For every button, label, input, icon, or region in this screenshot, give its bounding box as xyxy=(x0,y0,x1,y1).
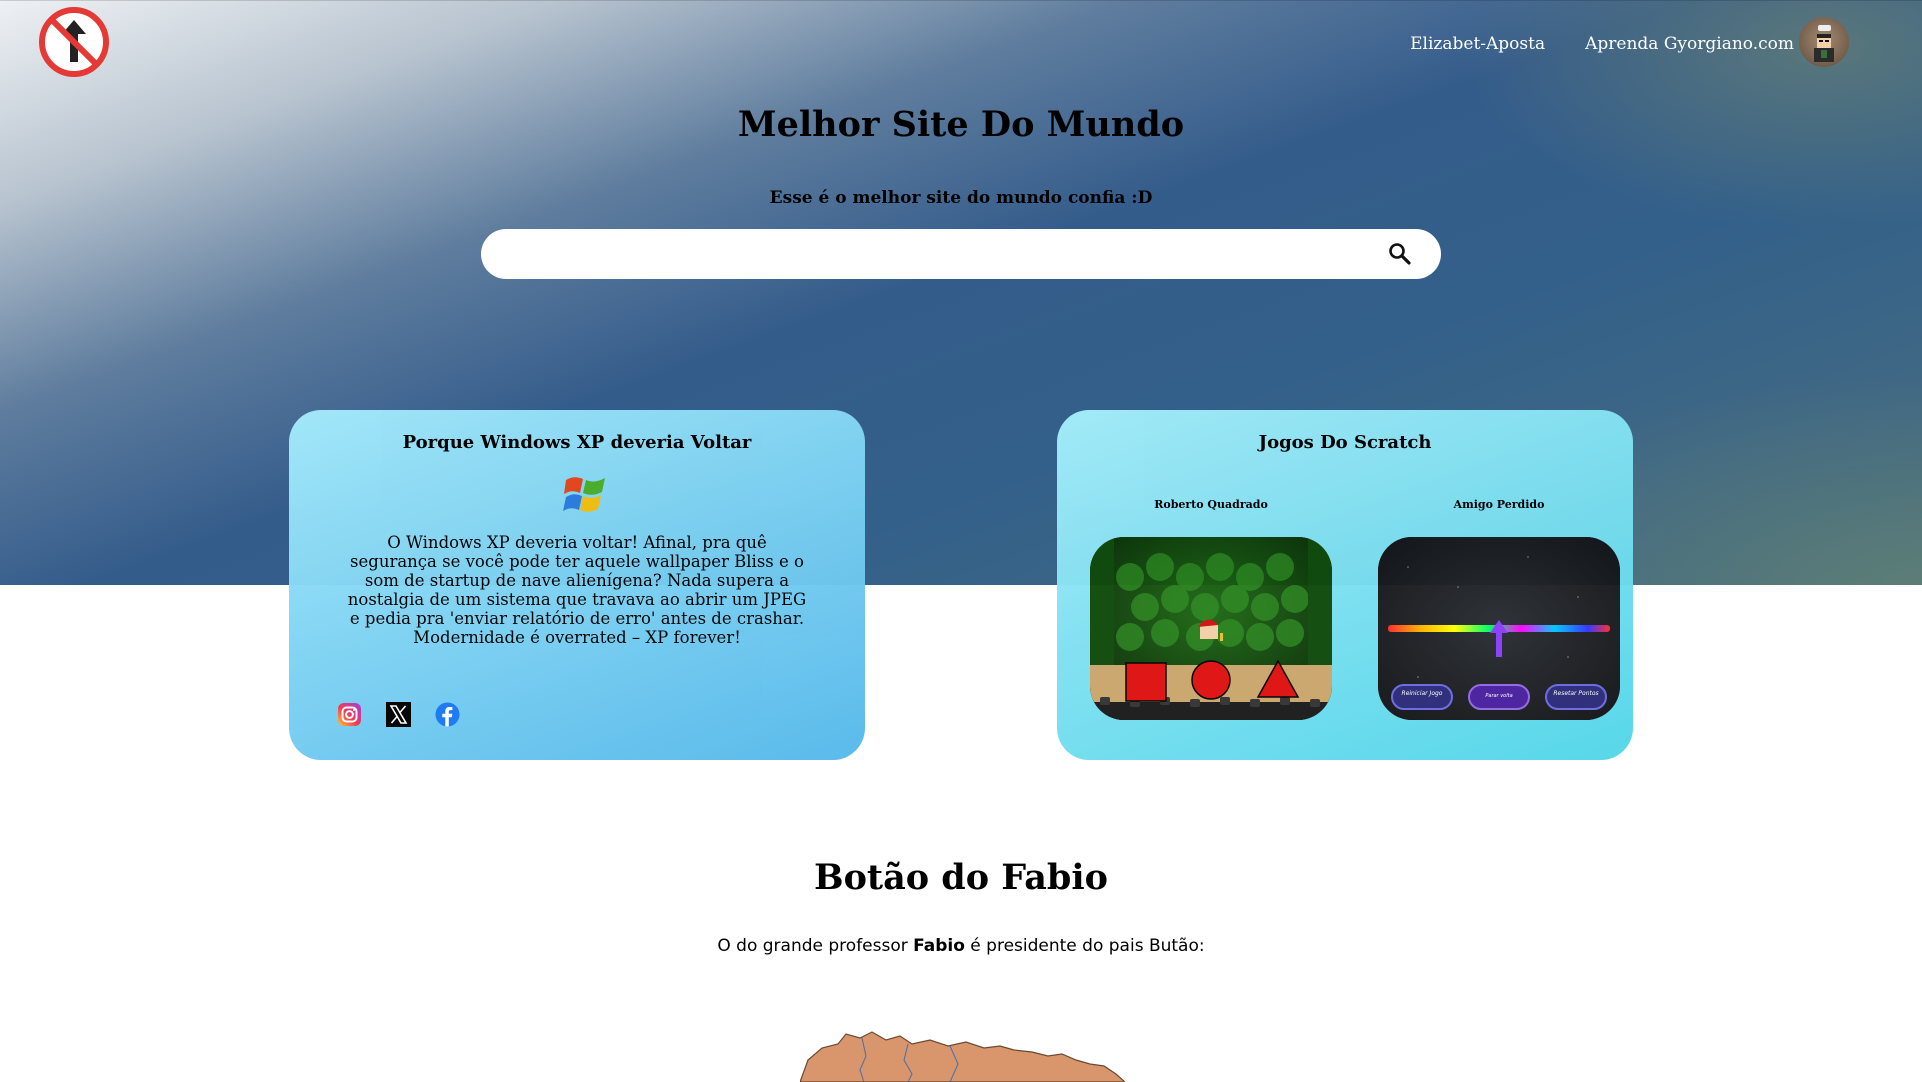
social-links xyxy=(337,702,460,727)
top-nav: Elizabet-Aposta Aprenda Gyorgiano.com xyxy=(1410,34,1794,54)
facebook-icon[interactable] xyxy=(435,702,460,727)
nav-link-aprenda-gyorgiano[interactable]: Aprenda Gyorgiano.com xyxy=(1585,34,1794,54)
card-title: Porque Windows XP deveria Voltar xyxy=(402,432,752,453)
page-title: Melhor Site Do Mundo xyxy=(737,104,1185,145)
game-label-roberto-quadrado: Roberto Quadrado xyxy=(1154,498,1268,511)
nav-link-elizabet-aposta[interactable]: Elizabet-Aposta xyxy=(1410,34,1545,54)
section-text: O do grande professor Fabio é presidente… xyxy=(0,936,1922,956)
avatar[interactable] xyxy=(1799,17,1849,67)
card-text: O Windows XP deveria voltar! Afinal, pra… xyxy=(347,533,807,647)
x-icon[interactable] xyxy=(386,702,411,727)
no-straight-logo-icon[interactable] xyxy=(38,6,110,78)
search-icon[interactable] xyxy=(1387,241,1413,267)
section-text-bold: Fabio xyxy=(913,936,965,956)
card-windows-xp: Porque Windows XP deveria Voltar O Windo… xyxy=(289,410,865,760)
game-thumbnail-roberto-quadrado[interactable] xyxy=(1090,537,1332,720)
game-button-resetar: Resetar Pontos xyxy=(1553,690,1598,697)
section-text-before: O do grande professor xyxy=(717,936,914,956)
windows-xp-logo-icon xyxy=(563,477,605,512)
game-button-reiniciar-1: Reiniciar Jogo xyxy=(1402,690,1443,697)
section-text-after: é presidente do pais Butão: xyxy=(964,936,1205,956)
section-title: Botão do Fabio xyxy=(813,857,1109,898)
instagram-icon[interactable] xyxy=(337,702,362,727)
search-bar xyxy=(481,229,1441,279)
page-subtitle: Esse é o melhor site do mundo confia :D xyxy=(769,188,1153,208)
game-thumbnail-amigo-perdido[interactable]: Reiniciar Jogo Parar volta Resetar Ponto… xyxy=(1378,537,1620,720)
card-title: Jogos Do Scratch xyxy=(1258,432,1432,453)
card-scratch-games: Jogos Do Scratch Roberto Quadrado Amigo … xyxy=(1057,410,1633,760)
game-label-amigo-perdido: Amigo Perdido xyxy=(1453,498,1545,511)
game-button-parar: Parar volta xyxy=(1485,693,1512,699)
bhutan-map xyxy=(800,1031,1125,1082)
search-input[interactable] xyxy=(503,229,1383,279)
